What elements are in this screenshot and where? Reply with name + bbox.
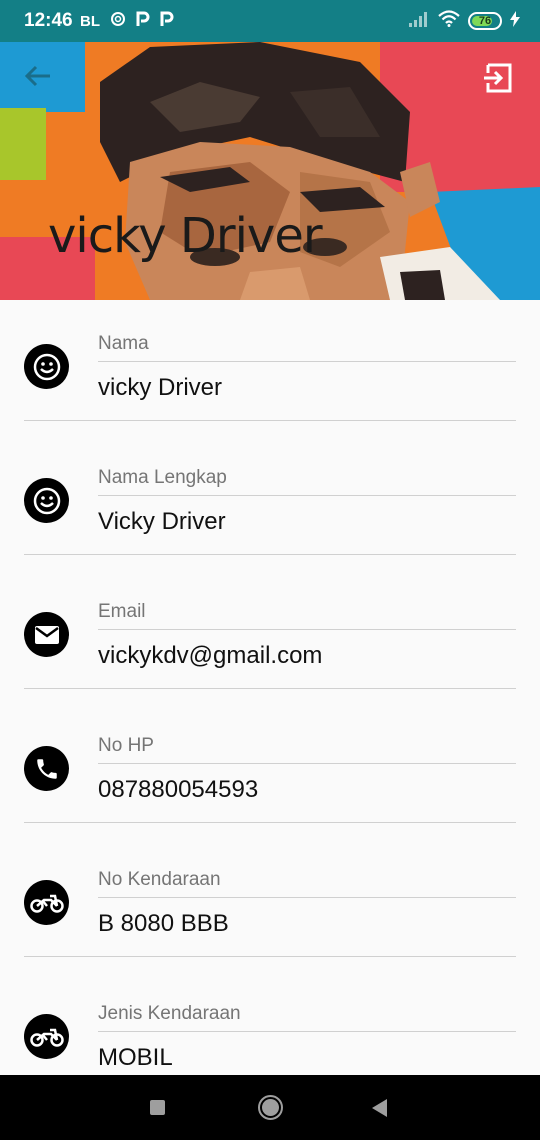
recents-button[interactable] — [150, 1100, 165, 1115]
field-label: Email — [98, 601, 146, 622]
field-underline — [98, 897, 516, 898]
field-value: B 8080 BBB — [98, 910, 229, 937]
field-label: Nama — [98, 333, 149, 354]
exit-icon — [484, 63, 512, 93]
notification-icons: BL — [80, 11, 174, 31]
system-nav-bar — [0, 1075, 540, 1140]
field-no-hp: No HP 087880054593 — [0, 702, 540, 836]
field-label: Nama Lengkap — [98, 467, 227, 488]
profile-fields-list[interactable]: Nama vicky Driver Nama Lengkap Vicky Dri… — [0, 300, 540, 1075]
sync-icon — [110, 11, 126, 31]
field-label: Jenis Kendaraan — [98, 1003, 241, 1024]
logout-button[interactable] — [482, 62, 522, 102]
smiley-icon — [24, 344, 69, 389]
back-nav-button[interactable] — [372, 1099, 387, 1117]
battery-label: 76 — [478, 15, 492, 27]
carrier-label: BL — [80, 12, 100, 30]
field-label: No Kendaraan — [98, 869, 221, 890]
back-button[interactable] — [24, 64, 60, 100]
arrow-left-icon — [24, 65, 50, 87]
field-underline — [98, 495, 516, 496]
profile-header: vicky Driver — [0, 42, 540, 300]
profile-name-title: vicky Driver — [48, 208, 323, 264]
wifi-icon — [438, 10, 460, 32]
row-divider — [24, 420, 516, 421]
field-value: vicky Driver — [98, 374, 222, 401]
home-icon — [262, 1099, 279, 1116]
field-nama-lengkap: Nama Lengkap Vicky Driver — [0, 434, 540, 568]
field-nama: Nama vicky Driver — [0, 300, 540, 434]
status-time: 12:46 — [24, 10, 73, 31]
field-jenis-kendaraan: Jenis Kendaraan MOBIL — [0, 970, 540, 1075]
field-underline — [98, 629, 516, 630]
field-value: 087880054593 — [98, 776, 259, 803]
field-underline — [98, 361, 516, 362]
battery-indicator: 76 — [468, 12, 502, 30]
p-icon — [160, 11, 174, 31]
field-value: MOBIL — [98, 1044, 173, 1071]
home-button[interactable] — [258, 1095, 283, 1120]
field-value: Vicky Driver — [98, 508, 226, 535]
signal-icon — [408, 11, 430, 32]
field-underline — [98, 1031, 516, 1032]
row-divider — [24, 956, 516, 957]
field-underline — [98, 763, 516, 764]
row-divider — [24, 554, 516, 555]
charging-icon — [510, 10, 520, 32]
motorcycle-icon — [24, 1014, 69, 1059]
status-bar: 12:46 BL 76 — [0, 0, 540, 42]
field-label: No HP — [98, 735, 154, 756]
field-value: vickykdv@gmail.com — [98, 642, 323, 669]
motorcycle-icon — [24, 880, 69, 925]
phone-icon — [24, 746, 69, 791]
row-divider — [24, 822, 516, 823]
field-no-kendaraan: No Kendaraan B 8080 BBB — [0, 836, 540, 970]
mail-icon — [24, 612, 69, 657]
field-email: Email vickykdv@gmail.com — [0, 568, 540, 702]
row-divider — [24, 688, 516, 689]
status-right: 76 — [408, 10, 520, 32]
smiley-icon — [24, 478, 69, 523]
p-icon — [136, 11, 150, 31]
